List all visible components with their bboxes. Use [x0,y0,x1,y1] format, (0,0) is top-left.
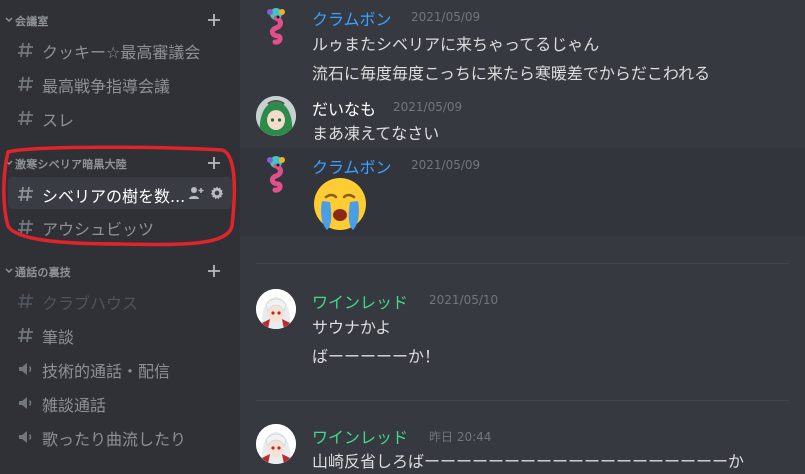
message-text: まあ凍えてなさい [312,124,440,143]
channel-auschwitz[interactable]: アウシュビッツ [8,210,232,242]
message-group: だいなも 2021/05/09 まあ凍えてなさい [240,90,805,145]
channel-label: スレ [42,111,75,130]
channel-label: クラブハウス [42,294,139,313]
username[interactable]: だいなも [312,96,376,120]
channel-cookie[interactable]: クッキー☆最高審議会 [8,33,232,65]
text-channel-hash-icon [18,42,33,58]
add-channel-icon[interactable] [206,12,222,28]
text-channel-hash-icon [18,186,33,202]
speaker-icon [19,397,32,409]
channel-label: 筆談 [42,328,75,347]
voice-channel-technical[interactable]: 技術的通話・配信 [8,352,232,384]
username[interactable]: クラムボン [312,154,392,178]
chat-area: クラムボン 2021/05/09 ルゥまたシベリアに来ちゃってるじゃん 流石に毎… [240,0,805,474]
channel-label: アウシュビッツ [42,220,155,239]
category-label: 会議室 [15,15,49,28]
channel-label: 雑談通話 [42,396,107,415]
timestamp: 2021/05/09 [411,158,481,172]
message-group: クラムボン 2021/05/09 ルゥまたシベリアに来ちゃってるじゃん 流石に毎… [240,0,805,90]
message-text: 流石に毎度毎度こっちに来たら寒暖差でからだこわれる [312,64,711,83]
username[interactable]: ワインレッド [312,424,408,448]
chevron-down-icon [5,160,13,166]
message-text: ルゥまたシベリアに来ちゃってるじゃん [312,35,600,54]
channel-label: クッキー☆最高審議会 [42,43,201,62]
channel-writing[interactable]: 筆談 [8,318,232,350]
channel-war-council[interactable]: 最高戦争指導会議 [8,67,232,99]
add-channel-icon[interactable] [206,155,222,171]
seahorse-avatar[interactable] [256,6,296,46]
text-channel-hash-icon [18,110,33,126]
channel-label: 歌ったり曲流したり [42,430,187,449]
channel-label: 技術的通話・配信 [42,362,171,381]
timestamp: 2021/05/10 [429,293,499,307]
timestamp: 2021/05/09 [393,100,463,114]
channel-thread[interactable]: スレ [8,101,232,133]
speaker-icon [19,363,32,375]
timestamp: 昨日 20:44 [429,430,492,444]
category-label: 通話の裏技 [15,266,71,279]
text-channel-hash-icon [18,219,33,235]
text-channel-hash-icon [18,327,33,343]
message-group: クラムボン 2021/05/09 [240,148,805,236]
channel-label: シベリアの樹を数... [42,187,186,206]
message-divider [256,263,789,264]
channel-actions [188,185,228,201]
voice-channel-chat[interactable]: 雑談通話 [8,386,232,418]
username[interactable]: ワインレッド [312,289,408,313]
message-group: ワインレッド 2021/05/10 サウナかよ ばーーーーーか！ [240,283,805,373]
settings-gear-icon[interactable] [209,185,225,201]
channel-label: 最高戦争指導会議 [42,77,171,96]
category-siberia[interactable]: 激寒シベリア暗黒大陸 [0,155,240,173]
text-channel-hash-icon [18,76,33,92]
category-label: 激寒シベリア暗黒大陸 [15,158,127,171]
white-hair-avatar[interactable] [256,424,296,464]
white-hair-avatar[interactable] [256,289,296,329]
message-group: ワインレッド 昨日 20:44 山崎反省しろばーーーーーーーーーーーーーーーーー… [240,418,805,474]
chevron-down-icon [5,268,13,274]
username[interactable]: クラムボン [312,6,392,30]
green-hair-avatar[interactable] [256,96,296,136]
message-text: 山崎反省しろばーーーーーーーーーーーーーーーーーーーか [312,452,745,471]
message-text: サウナかよ [312,318,392,337]
category-meeting-room[interactable]: 会議室 [0,12,240,30]
text-channel-hash-icon [18,293,33,309]
seahorse-avatar[interactable] [256,154,296,194]
category-call-tricks[interactable]: 通話の裏技 [0,263,240,281]
crying-face-emoji[interactable] [312,176,368,232]
voice-channel-music[interactable]: 歌ったり曲流したり [8,420,232,452]
timestamp: 2021/05/09 [411,10,481,24]
add-channel-icon[interactable] [206,263,222,279]
channel-sidebar: 会議室 クッキー☆最高審議会 最高戦争指導会議 スレ 激寒シベリア暗黒大陸 シベ… [0,0,240,474]
speaker-icon [19,431,32,443]
invite-member-icon[interactable] [188,185,204,201]
message-divider [256,400,789,401]
message-text: ばーーーーーか！ [312,347,441,366]
channel-clubhouse[interactable]: クラブハウス [8,284,232,316]
chevron-down-icon [5,17,13,23]
channel-siberia-trees[interactable]: シベリアの樹を数... [8,177,232,209]
